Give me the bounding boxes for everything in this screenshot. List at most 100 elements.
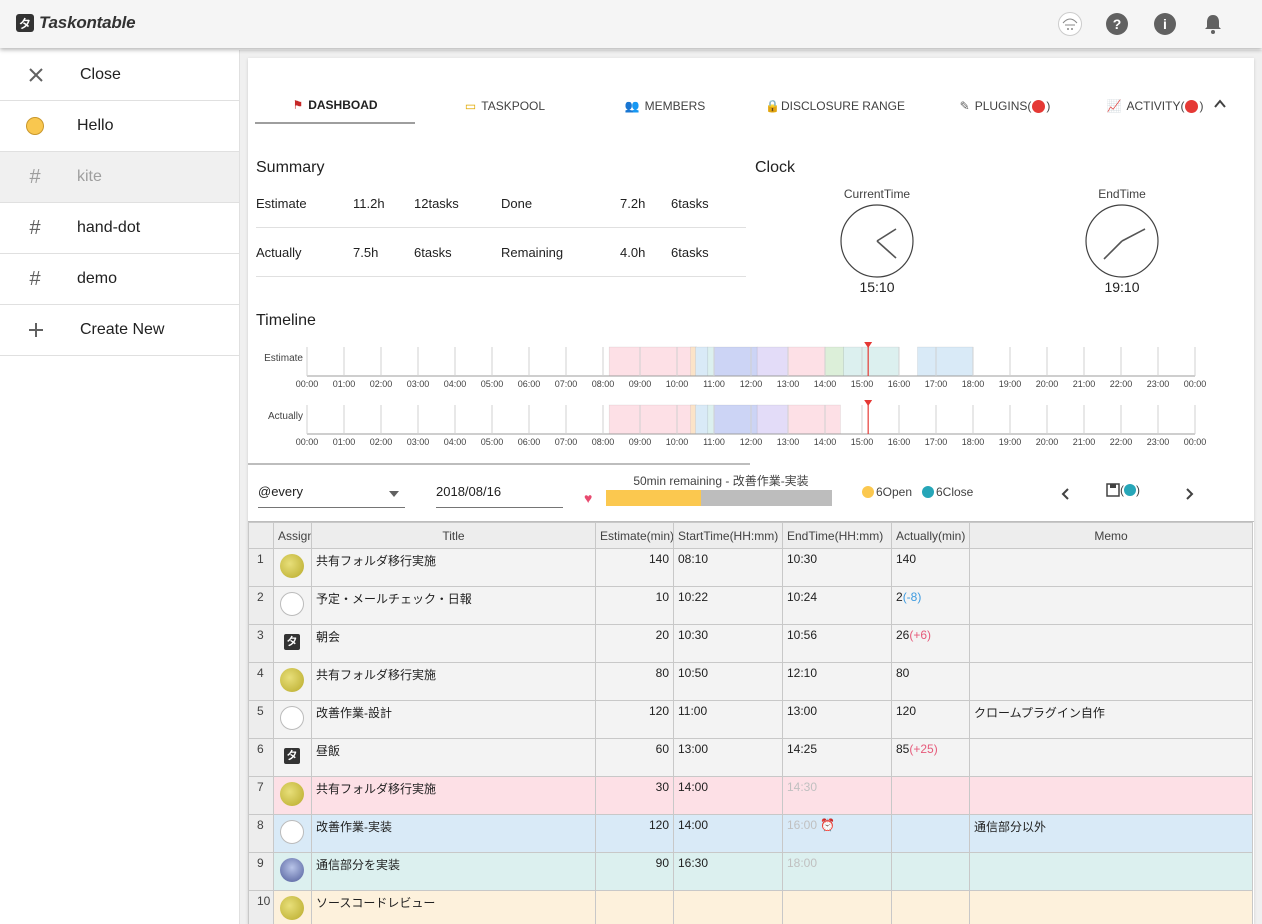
actually-cell[interactable]	[891, 814, 970, 853]
estimate-cell[interactable]: 90	[595, 852, 674, 891]
tab-members[interactable]: 👥 MEMBERS	[585, 88, 745, 124]
sidebar-item-close[interactable]: Close	[0, 50, 239, 101]
start-time-cell[interactable]: 10:50	[673, 662, 783, 701]
title-cell[interactable]: 昼飯	[311, 738, 596, 777]
actually-cell[interactable]	[891, 890, 970, 924]
actually-cell[interactable]: 26(+6)	[891, 624, 970, 663]
memo-cell[interactable]	[969, 548, 1253, 587]
table-row[interactable]: 3 タ朝会 20 10:30 10:56 26(+6)	[248, 624, 1253, 663]
memo-cell[interactable]	[969, 776, 1253, 815]
start-time-cell[interactable]: 11:00	[673, 700, 783, 739]
date-input[interactable]: 2018/08/16	[436, 484, 563, 508]
table-row[interactable]: 8 改善作業-実装 120 14:00 16:00 ⏰ 通信部分以外	[248, 814, 1253, 853]
end-time-cell[interactable]: 14:25	[782, 738, 892, 777]
help-icon[interactable]: ?	[1106, 13, 1128, 35]
estimate-cell[interactable]: 10	[595, 586, 674, 625]
estimate-cell[interactable]: 80	[595, 662, 674, 701]
tab-activity[interactable]: 📈 ACTIVITY( )	[1095, 88, 1215, 124]
title-cell[interactable]: 通信部分を実装	[311, 852, 596, 891]
assign-cell[interactable]	[273, 548, 312, 587]
assign-cell[interactable]: タ	[273, 624, 312, 663]
memo-cell[interactable]	[969, 738, 1253, 777]
memo-cell[interactable]	[969, 852, 1253, 891]
title-cell[interactable]: 改善作業-設計	[311, 700, 596, 739]
title-cell[interactable]: 共有フォルダ移行実施	[311, 776, 596, 815]
title-cell[interactable]: ソースコードレビュー	[311, 890, 596, 924]
memo-cell[interactable]	[969, 662, 1253, 701]
start-time-cell[interactable]: 14:00	[673, 776, 783, 815]
chevron-left-icon[interactable]	[1061, 488, 1071, 500]
table-row[interactable]: 9 通信部分を実装 90 16:30 18:00	[248, 852, 1253, 891]
table-row[interactable]: 4 共有フォルダ移行実施 80 10:50 12:10 80	[248, 662, 1253, 701]
info-icon[interactable]: i	[1154, 13, 1176, 35]
estimate-cell[interactable]: 140	[595, 548, 674, 587]
end-time-cell[interactable]: 14:30	[782, 776, 892, 815]
end-time-cell[interactable]: 10:30	[782, 548, 892, 587]
end-time-cell[interactable]: 10:56	[782, 624, 892, 663]
actually-cell[interactable]: 80	[891, 662, 970, 701]
estimate-cell[interactable]: 60	[595, 738, 674, 777]
estimate-cell[interactable]: 20	[595, 624, 674, 663]
save-button[interactable]: ( )	[1106, 483, 1140, 497]
title-cell[interactable]: 共有フォルダ移行実施	[311, 662, 596, 701]
title-cell[interactable]: 共有フォルダ移行実施	[311, 548, 596, 587]
assignee-filter-select[interactable]: @every	[258, 484, 405, 508]
actually-cell[interactable]	[891, 852, 970, 891]
column-header[interactable]: Actually(min)	[891, 522, 970, 549]
table-row[interactable]: 7 共有フォルダ移行実施 30 14:00 14:30	[248, 776, 1253, 815]
chevron-right-icon[interactable]	[1184, 488, 1194, 500]
memo-cell[interactable]: クロームプラグイン自作	[969, 700, 1253, 739]
actually-cell[interactable]: 2(-8)	[891, 586, 970, 625]
table-row[interactable]: 1 共有フォルダ移行実施 140 08:10 10:30 140	[248, 548, 1253, 587]
start-time-cell[interactable]: 10:30	[673, 624, 783, 663]
start-time-cell[interactable]: 13:00	[673, 738, 783, 777]
tab-plugins[interactable]: ✎ PLUGINS( )	[945, 88, 1065, 124]
tab-taskpool[interactable]: ▭ TASKPOOL	[425, 88, 585, 124]
table-row[interactable]: 6 タ昼飯 60 13:00 14:25 85(+25)	[248, 738, 1253, 777]
column-header[interactable]: Assign	[273, 522, 312, 549]
sidebar-item-hand-dot[interactable]: # hand-dot	[0, 203, 239, 254]
column-header[interactable]	[248, 522, 274, 549]
sidebar-item-create-new[interactable]: Create New	[0, 305, 239, 356]
assign-cell[interactable]	[273, 890, 312, 924]
actually-cell[interactable]	[891, 776, 970, 815]
end-time-cell[interactable]: 16:00 ⏰	[782, 814, 892, 853]
assign-cell[interactable]	[273, 662, 312, 701]
start-time-cell[interactable]: 16:30	[673, 852, 783, 891]
memo-cell[interactable]	[969, 890, 1253, 924]
title-cell[interactable]: 朝会	[311, 624, 596, 663]
estimate-cell[interactable]: 120	[595, 814, 674, 853]
bell-icon[interactable]	[1203, 13, 1223, 35]
end-time-cell[interactable]: 13:00	[782, 700, 892, 739]
column-header[interactable]: StartTime(HH:mm)	[673, 522, 783, 549]
estimate-cell[interactable]: 120	[595, 700, 674, 739]
assign-cell[interactable]: タ	[273, 738, 312, 777]
actually-cell[interactable]: 120	[891, 700, 970, 739]
assign-cell[interactable]	[273, 586, 312, 625]
assign-cell[interactable]	[273, 776, 312, 815]
assign-cell[interactable]	[273, 814, 312, 853]
memo-cell[interactable]	[969, 586, 1253, 625]
column-header[interactable]: Title	[311, 522, 596, 549]
actually-cell[interactable]: 140	[891, 548, 970, 587]
estimate-cell[interactable]: 30	[595, 776, 674, 815]
column-header[interactable]: EndTime(HH:mm)	[782, 522, 892, 549]
table-row[interactable]: 5 改善作業-設計 120 11:00 13:00 120 クロームプラグイン自作	[248, 700, 1253, 739]
estimate-cell[interactable]	[595, 890, 674, 924]
table-row[interactable]: 2 予定・メールチェック・日報 10 10:22 10:24 2(-8)	[248, 586, 1253, 625]
start-time-cell[interactable]: 08:10	[673, 548, 783, 587]
app-logo[interactable]: タ Taskontable	[16, 13, 136, 33]
column-header[interactable]: Memo	[969, 522, 1253, 549]
table-row[interactable]: 10 ソースコードレビュー	[248, 890, 1253, 924]
actually-cell[interactable]: 85(+25)	[891, 738, 970, 777]
user-avatar[interactable]	[1058, 12, 1082, 36]
assign-cell[interactable]	[273, 852, 312, 891]
sidebar-item-kite[interactable]: # kite	[0, 152, 239, 203]
sidebar-item-demo[interactable]: # demo	[0, 254, 239, 305]
column-header[interactable]: Estimate(min)	[595, 522, 674, 549]
title-cell[interactable]: 予定・メールチェック・日報	[311, 586, 596, 625]
end-time-cell[interactable]: 10:24	[782, 586, 892, 625]
start-time-cell[interactable]: 10:22	[673, 586, 783, 625]
assign-cell[interactable]	[273, 700, 312, 739]
memo-cell[interactable]	[969, 624, 1253, 663]
